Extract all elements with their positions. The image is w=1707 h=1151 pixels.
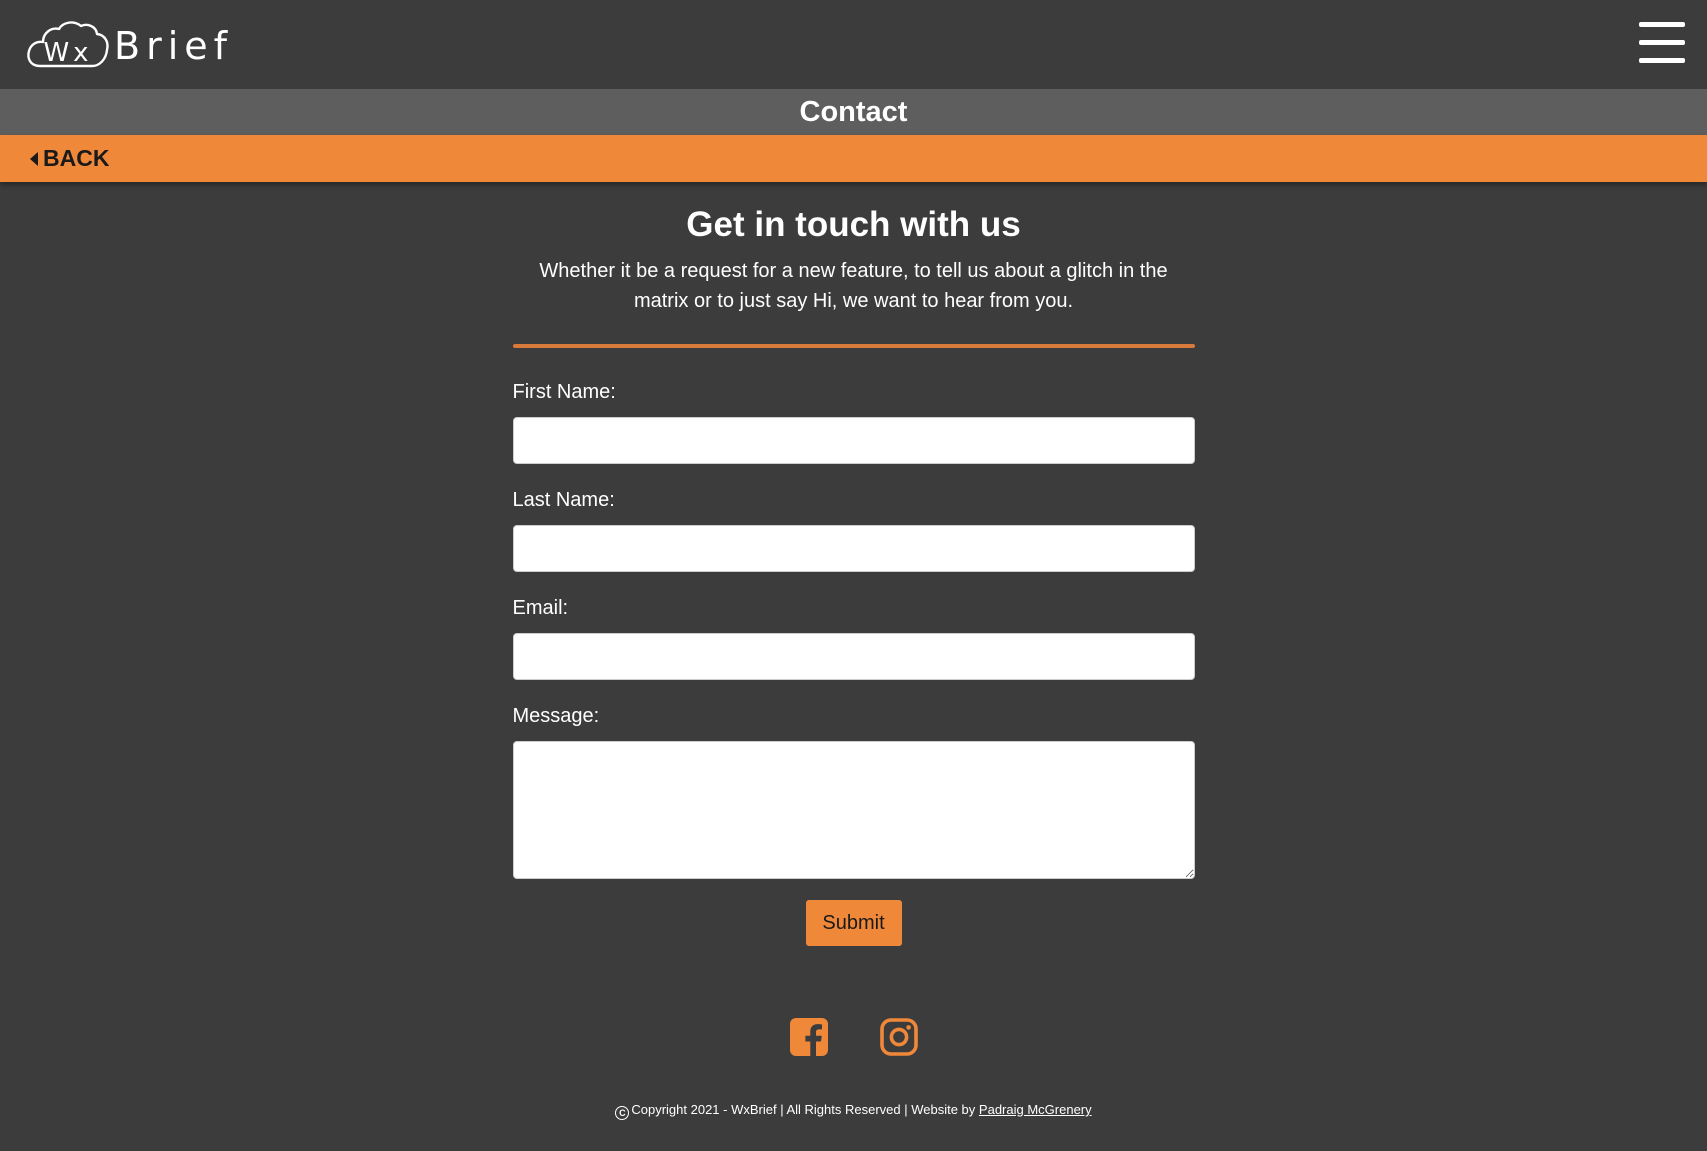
copyright-icon: C <box>615 1106 630 1120</box>
hamburger-menu-icon[interactable] <box>1639 22 1687 64</box>
email-input[interactable] <box>512 633 1195 680</box>
instagram-icon[interactable] <box>879 1018 918 1056</box>
email-label: Email: <box>512 597 569 619</box>
menu-line <box>1639 58 1685 63</box>
footer: C Copyright 2021 - WxBrief | All Rights R… <box>0 1100 1707 1120</box>
menu-line <box>1639 40 1685 45</box>
first-name-input[interactable] <box>512 417 1195 464</box>
social-links <box>0 1018 1707 1056</box>
logo-wordmark: Brief <box>114 24 234 68</box>
message-label: Message: <box>512 705 600 727</box>
top-header: Wx Brief <box>0 0 1707 89</box>
wxbrief-logo[interactable]: Wx Brief <box>26 20 233 72</box>
facebook-icon[interactable] <box>789 1018 828 1056</box>
cloud-logo-icon: Wx <box>27 21 109 68</box>
last-name-input[interactable] <box>512 525 1195 572</box>
contact-main: Get in touch with us Whether it be a req… <box>512 182 1195 946</box>
caret-left-icon <box>30 151 38 166</box>
copyright-text: Copyright 2021 - WxBrief | All Rights Re… <box>631 1102 976 1117</box>
submit-button[interactable]: Submit <box>805 900 902 946</box>
contact-heading: Get in touch with us <box>686 205 1021 244</box>
logo-prefix: Wx <box>43 38 92 68</box>
back-label: BACK <box>43 145 110 171</box>
menu-line <box>1639 22 1685 27</box>
page-title-bar: Contact <box>0 89 1707 135</box>
back-bar: BACK <box>0 135 1707 182</box>
contact-intro: Whether it be a request for a new featur… <box>539 260 1168 312</box>
submit-wrap: Submit <box>513 900 1195 946</box>
last-name-label: Last Name: <box>512 489 615 511</box>
section-divider <box>512 344 1195 348</box>
back-button[interactable]: BACK <box>30 135 109 182</box>
message-textarea[interactable] <box>512 741 1195 879</box>
first-name-label: First Name: <box>512 381 616 403</box>
contact-form: First Name: Last Name: Email: Message: S… <box>512 380 1195 946</box>
page-title: Contact <box>799 96 908 128</box>
author-link[interactable]: Padraig McGrenery <box>979 1102 1092 1117</box>
